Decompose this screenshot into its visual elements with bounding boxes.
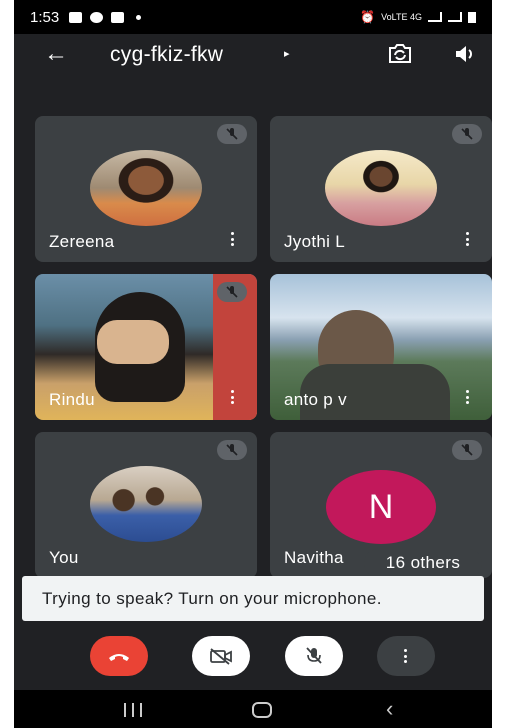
participant-name: Navitha bbox=[284, 548, 344, 567]
back-arrow-icon[interactable]: ← bbox=[44, 40, 68, 68]
more-options-icon[interactable] bbox=[231, 232, 235, 246]
more-options-icon[interactable] bbox=[466, 390, 470, 404]
muted-mic-icon bbox=[217, 282, 247, 302]
more-notifications-icon bbox=[136, 14, 142, 20]
muted-mic-icon bbox=[452, 440, 482, 460]
more-options-icon[interactable] bbox=[466, 232, 470, 246]
gallery-notification-icon bbox=[69, 11, 83, 23]
alarm-icon: ⏰ bbox=[360, 10, 376, 24]
android-nav-bar: ‹ bbox=[14, 690, 492, 728]
participant-avatar-photo bbox=[90, 150, 202, 226]
others-count-pill[interactable]: 16 others bbox=[364, 549, 482, 577]
participant-avatar-photo bbox=[90, 466, 202, 542]
participant-name: Rindu bbox=[49, 390, 95, 409]
participant-tile-zereena[interactable]: Zereena bbox=[35, 116, 257, 262]
status-right: ⏰ VoLTE 4G bbox=[360, 10, 476, 24]
participant-name: You bbox=[49, 548, 79, 567]
microphone-toggle-button[interactable] bbox=[285, 636, 343, 676]
participant-name: anto p v bbox=[284, 390, 347, 409]
switch-camera-icon[interactable] bbox=[386, 42, 414, 66]
participant-tile-you[interactable]: You bbox=[35, 432, 257, 578]
participant-tile-jyothi[interactable]: Jyothi L bbox=[270, 116, 492, 262]
more-actions-button[interactable] bbox=[377, 636, 435, 676]
message-notification-icon bbox=[111, 11, 125, 23]
recents-icon[interactable] bbox=[124, 703, 142, 717]
speaker-icon[interactable] bbox=[452, 42, 478, 66]
meet-call-screen: 1:53 ⏰ VoLTE 4G ← cyg-fkiz-fkw ▸ Zereena… bbox=[14, 0, 492, 728]
meeting-code[interactable]: cyg-fkiz-fkw bbox=[110, 43, 223, 67]
nav-back-icon[interactable]: ‹ bbox=[386, 696, 393, 722]
call-controls bbox=[14, 632, 492, 682]
mic-prompt-banner[interactable]: Trying to speak? Turn on your microphone… bbox=[22, 576, 484, 621]
whatsapp-notification-icon bbox=[90, 11, 104, 23]
status-time: 1:53 bbox=[30, 8, 60, 26]
muted-mic-icon bbox=[217, 440, 247, 460]
participant-initial-avatar: N bbox=[326, 470, 436, 544]
mic-off-icon bbox=[306, 647, 322, 664]
status-bar: 1:53 ⏰ VoLTE 4G bbox=[14, 0, 492, 34]
call-top-bar: ← cyg-fkiz-fkw ▸ bbox=[14, 34, 492, 76]
signal-icon-2 bbox=[448, 12, 462, 22]
more-vert-icon bbox=[404, 649, 408, 663]
participant-name: Zereena bbox=[49, 232, 115, 251]
meeting-details-caret-icon[interactable]: ▸ bbox=[284, 47, 290, 60]
signal-icon bbox=[428, 12, 442, 22]
network-type: VoLTE 4G bbox=[381, 12, 422, 22]
end-call-button[interactable] bbox=[90, 636, 148, 676]
participant-avatar-photo bbox=[325, 150, 437, 226]
participant-name: Jyothi L bbox=[284, 232, 345, 251]
muted-mic-icon bbox=[217, 124, 247, 144]
participant-tile-rindu[interactable]: Rindu bbox=[35, 274, 257, 420]
battery-icon bbox=[468, 11, 476, 23]
phone-hangup-icon bbox=[109, 654, 129, 661]
more-options-icon[interactable] bbox=[231, 390, 235, 404]
muted-mic-icon bbox=[452, 124, 482, 144]
face-mask bbox=[97, 320, 169, 364]
camera-off-icon bbox=[210, 648, 232, 665]
participant-tile-anto[interactable]: anto p v bbox=[270, 274, 492, 420]
home-icon[interactable] bbox=[252, 702, 272, 718]
camera-toggle-button[interactable] bbox=[192, 636, 250, 676]
